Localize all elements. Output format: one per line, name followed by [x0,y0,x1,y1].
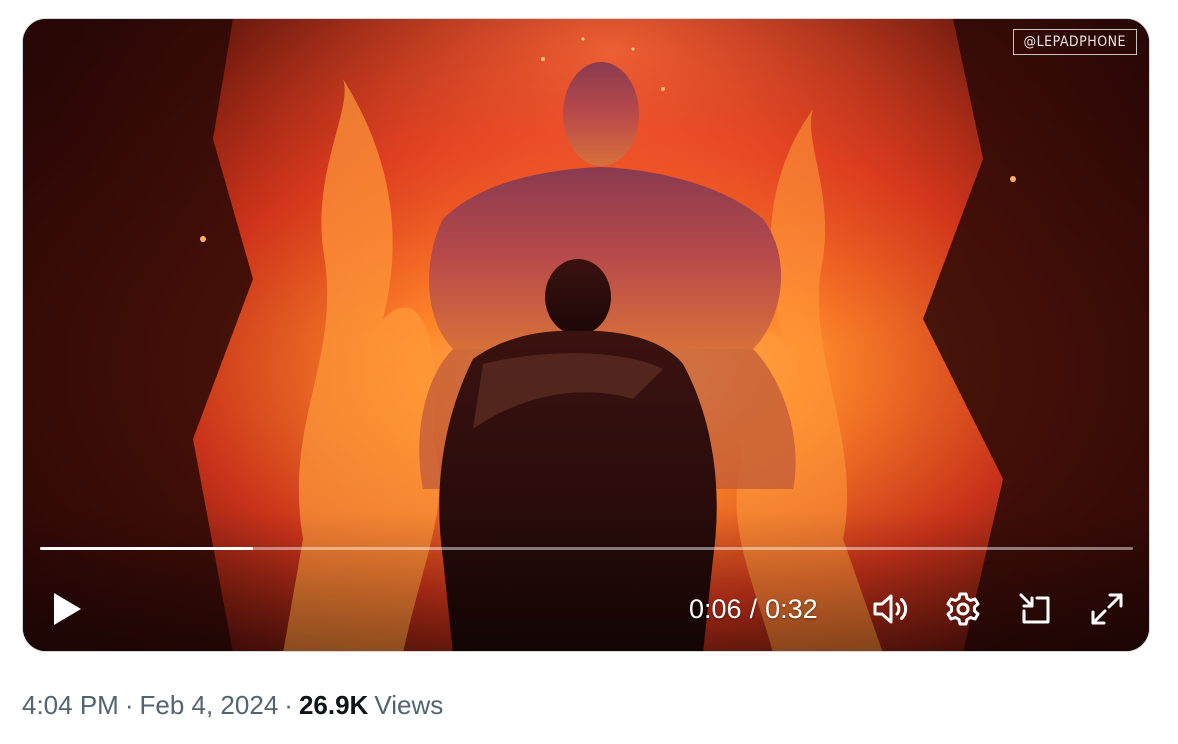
picture-in-picture-icon [1019,593,1050,624]
settings-button[interactable] [941,589,985,629]
separator-dot: · [124,690,134,720]
current-time: 0:06 [689,593,742,624]
time-readout: 0:06 / 0:32 [689,591,818,627]
gear-icon [946,592,980,626]
play-icon [54,593,81,625]
tweet-meta: 4:04 PM · Feb 4, 2024 · 26.9K Views [22,690,443,721]
progress-fill [40,547,254,550]
picture-in-picture-button[interactable] [1013,589,1057,629]
controls-backdrop [23,511,1149,651]
volume-icon [873,594,908,624]
duration: 0:32 [765,593,818,624]
fullscreen-icon [1091,593,1123,625]
views-count: 26.9K [298,690,369,720]
video-player[interactable]: @LEPADPHONE 0:06 / 0:32 [22,18,1150,652]
views-label: Views [374,690,444,720]
time-separator: / [749,593,758,624]
separator-dot: · [284,690,293,720]
tweet-time[interactable]: 4:04 PM [22,690,119,720]
play-button[interactable] [45,589,89,629]
video-watermark: @LEPADPHONE [1012,29,1137,55]
volume-button[interactable] [869,589,913,629]
fullscreen-button[interactable] [1085,589,1129,629]
progress-bar[interactable] [40,547,1133,550]
tweet-date[interactable]: Feb 4, 2024 [140,690,279,720]
